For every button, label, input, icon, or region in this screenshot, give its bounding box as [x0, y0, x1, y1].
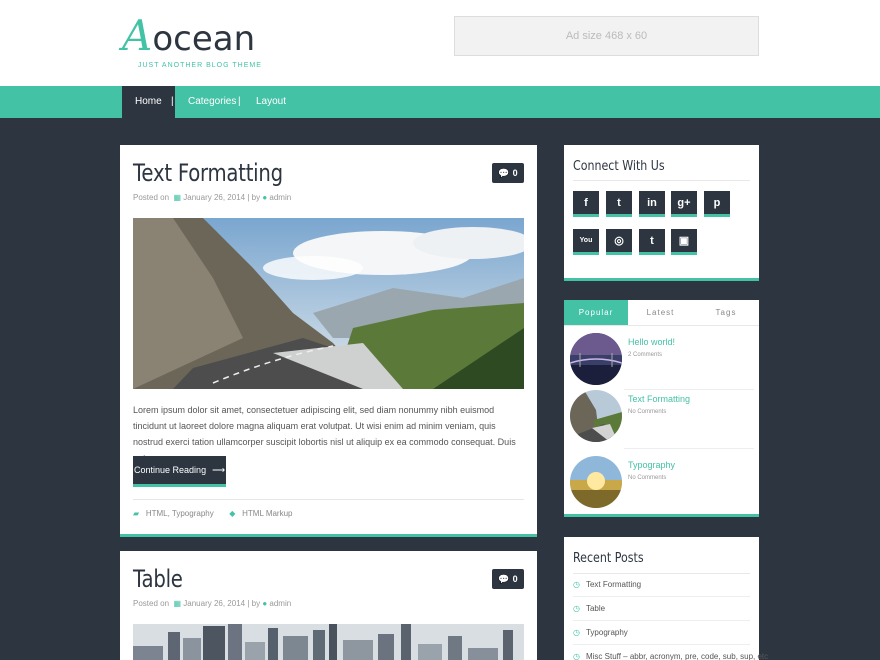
nav-separator: | [238, 96, 241, 107]
dribbble-icon[interactable]: ◎ [606, 229, 632, 255]
divider [573, 644, 750, 645]
comments-icon: 💬 [498, 573, 510, 584]
tab-tags[interactable]: Tags [693, 300, 759, 326]
tabs-widget: Popular Latest Tags Hello world! 2 Comme… [564, 300, 759, 517]
connect-widget: Connect With Us f t in g+ p You ◎ t ▣ [564, 145, 759, 281]
instagram-icon[interactable]: ▣ [671, 229, 697, 255]
sunset-field-image [570, 456, 622, 508]
divider [573, 620, 750, 621]
divider [573, 573, 750, 574]
list-item[interactable]: ◷ Table [573, 604, 605, 613]
googleplus-icon[interactable]: g+ [671, 191, 697, 217]
button-label: Continue Reading [134, 465, 207, 475]
post-taxonomy: ▰ HTML, Typography ◆ HTML Markup [133, 509, 293, 518]
recent-post-link[interactable]: Misc Stuff – abbr, acronym, pre, code, s… [586, 652, 768, 660]
linkedin-icon[interactable]: in [639, 191, 665, 217]
site-header: Aocean JUST ANOTHER BLOG THEME Ad size 4… [0, 0, 880, 86]
post-thumbnail[interactable] [570, 390, 622, 442]
meta-prefix: Posted on [133, 599, 170, 608]
meta-prefix: Posted on [133, 193, 170, 202]
folder-icon: ▰ [133, 509, 140, 518]
widget-title: Recent Posts [573, 551, 644, 566]
clock-icon: ◷ [573, 604, 580, 613]
comment-count: 0 [512, 168, 518, 178]
clock-icon: ◷ [573, 652, 580, 660]
popular-post-comments: No Comments [628, 475, 667, 481]
comment-count: 0 [512, 574, 518, 584]
popular-post-title[interactable]: Typography [628, 460, 675, 470]
logo-main: ocean [152, 19, 256, 59]
list-item[interactable]: ◷ Misc Stuff – abbr, acronym, pre, code, … [573, 652, 768, 660]
post-title[interactable]: Text Formatting [133, 159, 283, 187]
post-title[interactable]: Table [133, 565, 183, 593]
tab-popular[interactable]: Popular [564, 300, 628, 326]
post-author[interactable]: admin [269, 193, 291, 202]
post-date[interactable]: January 26, 2014 [183, 599, 245, 608]
popular-post-title[interactable]: Hello world! [628, 337, 675, 347]
logo-initial: A [122, 11, 153, 60]
tumblr-icon[interactable]: t [639, 229, 665, 255]
comment-count-button[interactable]: 💬 0 [492, 163, 524, 183]
popular-post-comments: No Comments [628, 409, 667, 415]
popular-post-comments: 2 Comments [628, 352, 663, 358]
recent-post-link[interactable]: Text Formatting [586, 580, 641, 589]
city-skyline-image [133, 624, 524, 660]
meta-by: | by [247, 599, 261, 608]
nav-separator: | [171, 96, 174, 107]
twitter-icon[interactable]: t [606, 191, 632, 217]
facebook-icon[interactable]: f [573, 191, 599, 217]
post-categories[interactable]: HTML, Typography [146, 509, 214, 518]
mountain-road-thumb [570, 390, 622, 442]
popular-post-title[interactable]: Text Formatting [628, 394, 690, 404]
meta-by: | by [247, 193, 261, 202]
main-nav: Home | Categories | Layout [0, 86, 880, 118]
nav-home[interactable]: Home [122, 86, 175, 118]
divider [624, 389, 754, 390]
nav-categories[interactable]: Categories [188, 86, 236, 118]
tag-icon: ◆ [229, 509, 236, 518]
site-logo[interactable]: Aocean JUST ANOTHER BLOG THEME [122, 15, 261, 74]
continue-reading-button[interactable]: Continue Reading ⟶ [133, 456, 226, 487]
post-tags[interactable]: HTML Markup [242, 509, 292, 518]
post-author[interactable]: admin [269, 599, 291, 608]
site-tagline: JUST ANOTHER BLOG THEME [138, 62, 262, 69]
mountain-road-image [133, 218, 524, 389]
tab-bar: Popular Latest Tags [564, 300, 759, 326]
calendar-icon: ▦ [173, 193, 182, 202]
comments-icon: 💬 [498, 167, 510, 178]
divider [573, 180, 750, 181]
logo-wordmark: Aocean [122, 15, 256, 60]
recent-posts-widget: Recent Posts ◷ Text Formatting ◷ Table ◷ Ty… [564, 537, 768, 660]
post-featured-image[interactable] [133, 624, 524, 660]
post-thumbnail[interactable] [570, 333, 622, 385]
post-meta: Posted on ▦ January 26, 2014 | by ● admi… [133, 193, 291, 202]
nav-layout[interactable]: Layout [256, 86, 286, 118]
night-bridge-image [570, 333, 622, 385]
clock-icon: ◷ [573, 628, 580, 637]
post-thumbnail[interactable] [570, 456, 622, 508]
list-item[interactable]: ◷ Typography [573, 628, 628, 637]
pinterest-icon[interactable]: p [704, 191, 730, 217]
post-card: Text Formatting Posted on ▦ January 26, … [120, 145, 537, 537]
comment-count-button[interactable]: 💬 0 [492, 569, 524, 589]
ad-banner[interactable]: Ad size 468 x 60 [454, 16, 759, 56]
clock-icon: ◷ [573, 580, 580, 589]
user-icon: ● [262, 193, 268, 202]
recent-post-link[interactable]: Typography [586, 628, 628, 637]
recent-post-link[interactable]: Table [586, 604, 605, 613]
divider [624, 448, 754, 449]
tab-latest[interactable]: Latest [628, 300, 693, 326]
list-item[interactable]: ◷ Text Formatting [573, 580, 641, 589]
post-date[interactable]: January 26, 2014 [183, 193, 245, 202]
widget-title: Connect With Us [573, 159, 665, 174]
post-meta: Posted on ▦ January 26, 2014 | by ● admi… [133, 599, 291, 608]
youtube-icon[interactable]: You [573, 229, 599, 255]
post-featured-image[interactable] [133, 218, 524, 389]
divider [573, 596, 750, 597]
arrow-right-icon: ⟶ [212, 464, 225, 475]
divider [133, 499, 524, 500]
post-card: Table Posted on ▦ January 26, 2014 | by … [120, 551, 537, 660]
user-icon: ● [262, 599, 268, 608]
calendar-icon: ▦ [173, 599, 182, 608]
